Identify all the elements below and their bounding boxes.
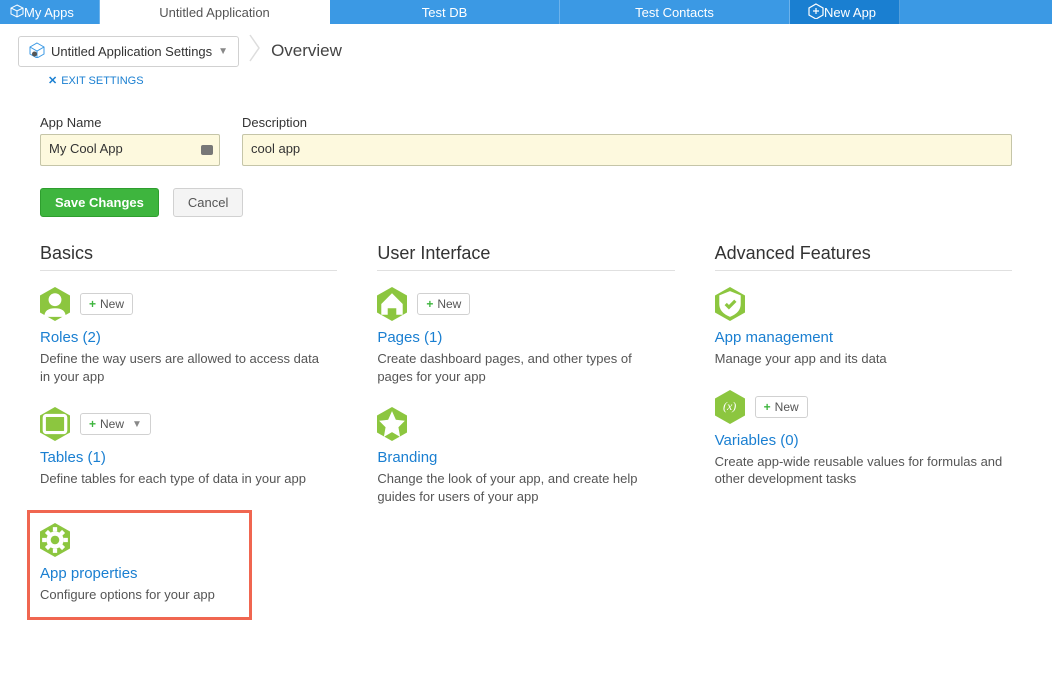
- tab-test-contacts-label: Test Contacts: [635, 5, 714, 20]
- heading-basics: Basics: [40, 243, 337, 271]
- tab-test-db[interactable]: Test DB: [330, 0, 560, 24]
- new-table-label: New: [100, 417, 124, 431]
- plus-icon: +: [89, 297, 96, 311]
- card-branding: Branding Change the look of your app, an…: [377, 407, 674, 505]
- app-settings-label: Untitled Application Settings: [51, 44, 212, 59]
- pages-link[interactable]: Pages (1): [377, 329, 442, 346]
- breadcrumb-overview: Overview: [271, 41, 342, 61]
- plus-icon: +: [764, 400, 771, 414]
- tab-new-app[interactable]: New App: [790, 0, 900, 24]
- keyboard-icon: [201, 145, 213, 155]
- tables-desc: Define tables for each type of data in y…: [40, 470, 330, 488]
- tab-test-contacts[interactable]: Test Contacts: [560, 0, 790, 24]
- exit-settings-link[interactable]: ✕ EXIT SETTINGS: [0, 72, 1052, 93]
- breadcrumb-chevron-icon: [249, 34, 261, 68]
- tab-active-label: Untitled Application: [159, 5, 270, 20]
- new-variable-button[interactable]: + New: [755, 396, 808, 418]
- tab-untitled-application[interactable]: Untitled Application: [100, 0, 330, 24]
- exit-settings-label: EXIT SETTINGS: [61, 75, 143, 87]
- app-properties-desc: Configure options for your app: [40, 586, 239, 604]
- new-role-label: New: [100, 297, 124, 311]
- card-app-management: App management Manage your app and its d…: [715, 287, 1012, 368]
- tab-my-apps[interactable]: My Apps: [0, 0, 100, 24]
- table-icon: [40, 407, 70, 441]
- pages-desc: Create dashboard pages, and other types …: [377, 350, 667, 385]
- app-name-value: My Cool App: [49, 141, 123, 156]
- cube-gear-icon: [29, 42, 45, 61]
- card-app-properties: App properties Configure options for you…: [27, 510, 252, 621]
- close-icon: ✕: [48, 74, 57, 87]
- new-table-button[interactable]: + New ▼: [80, 413, 151, 435]
- tables-link[interactable]: Tables (1): [40, 449, 106, 466]
- description-value: cool app: [251, 141, 300, 156]
- variable-icon: (x): [715, 390, 745, 424]
- plus-icon: +: [426, 297, 433, 311]
- home-icon: [377, 287, 407, 321]
- branding-link[interactable]: Branding: [377, 449, 437, 466]
- new-role-button[interactable]: + New: [80, 293, 133, 315]
- plus-icon: +: [89, 417, 96, 431]
- heading-advanced: Advanced Features: [715, 243, 1012, 271]
- cube-icon: [10, 4, 24, 21]
- user-icon: [40, 287, 70, 321]
- tab-new-app-label: New App: [824, 5, 876, 20]
- app-properties-link[interactable]: App properties: [40, 565, 138, 582]
- card-tables: + New ▼ Tables (1) Define tables for eac…: [40, 407, 337, 488]
- new-page-button[interactable]: + New: [417, 293, 470, 315]
- cube-plus-icon: [808, 3, 824, 22]
- app-management-desc: Manage your app and its data: [715, 350, 1005, 368]
- heading-ui: User Interface: [377, 243, 674, 271]
- app-name-label: App Name: [40, 115, 220, 130]
- app-settings-dropdown[interactable]: Untitled Application Settings ▼: [18, 36, 239, 67]
- description-input[interactable]: cool app: [242, 134, 1012, 166]
- variables-link[interactable]: Variables (0): [715, 432, 799, 449]
- description-label: Description: [242, 115, 1012, 130]
- roles-link[interactable]: Roles (2): [40, 329, 101, 346]
- tab-my-apps-label: My Apps: [24, 5, 74, 20]
- card-pages: + New Pages (1) Create dashboard pages, …: [377, 287, 674, 385]
- shield-check-icon: [715, 287, 745, 321]
- new-variable-label: New: [775, 400, 799, 414]
- caret-down-icon: ▼: [218, 46, 228, 57]
- caret-down-icon: ▼: [132, 419, 142, 430]
- save-changes-button[interactable]: Save Changes: [40, 188, 159, 217]
- card-roles: + New Roles (2) Define the way users are…: [40, 287, 337, 385]
- cancel-button[interactable]: Cancel: [173, 188, 243, 217]
- new-page-label: New: [437, 297, 461, 311]
- star-icon: [377, 407, 407, 441]
- tab-test-db-label: Test DB: [422, 5, 468, 20]
- variables-desc: Create app-wide reusable values for form…: [715, 453, 1005, 488]
- gear-icon: [40, 523, 70, 557]
- app-name-input[interactable]: My Cool App: [40, 134, 220, 166]
- branding-desc: Change the look of your app, and create …: [377, 470, 667, 505]
- roles-desc: Define the way users are allowed to acce…: [40, 350, 330, 385]
- app-management-link[interactable]: App management: [715, 329, 833, 346]
- card-variables: (x) + New Variables (0) Create app-wide …: [715, 390, 1012, 488]
